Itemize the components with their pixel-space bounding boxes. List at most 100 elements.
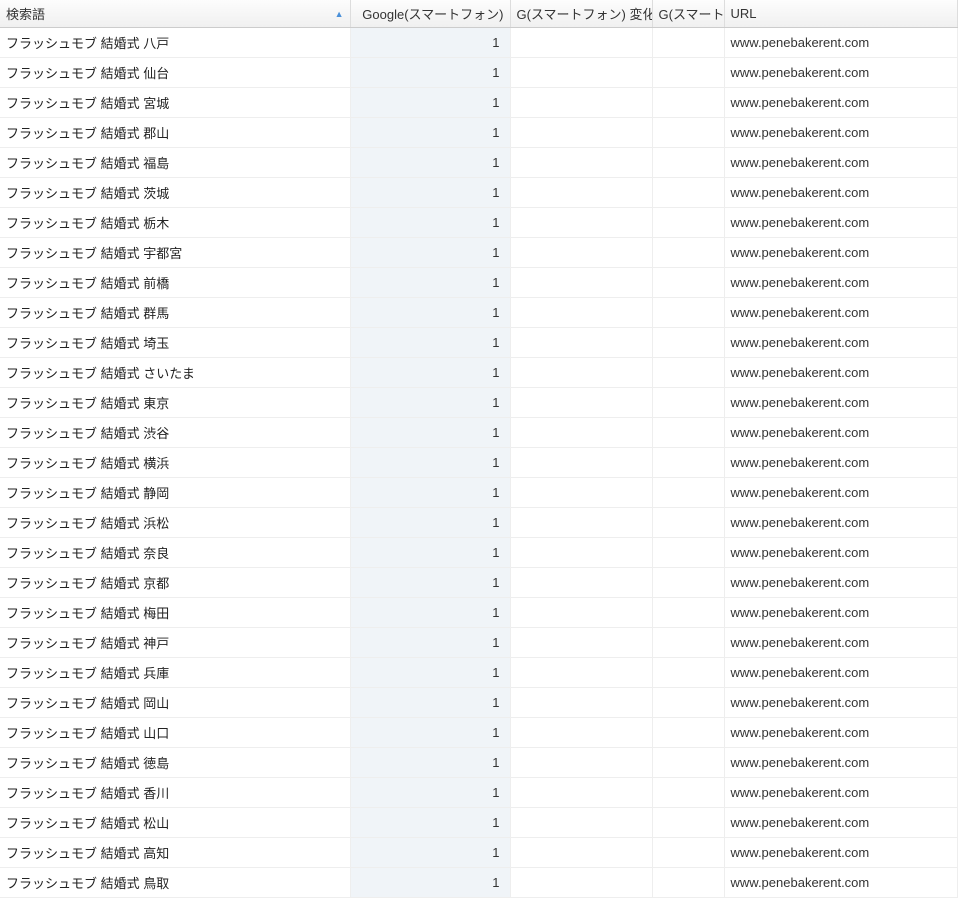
cell-change — [510, 718, 652, 748]
header-change[interactable]: G(スマートフォン) 変化 — [510, 0, 652, 28]
cell-url: www.penebakerent.com — [724, 178, 958, 208]
table-row[interactable]: フラッシュモブ 結婚式 浜松1www.penebakerent.com — [0, 508, 958, 538]
cell-url: www.penebakerent.com — [724, 598, 958, 628]
table-row[interactable]: フラッシュモブ 結婚式 群馬1www.penebakerent.com — [0, 298, 958, 328]
table-row[interactable]: フラッシュモブ 結婚式 横浜1 www.penebakerent.com — [0, 448, 958, 478]
cell-google-rank: 1 — [350, 118, 510, 148]
cell-change — [510, 148, 652, 178]
table-row[interactable]: フラッシュモブ 結婚式 栃木1www.penebakerent.com — [0, 208, 958, 238]
cell-url: www.penebakerent.com — [724, 358, 958, 388]
header-keyword[interactable]: 検索語 ▲ — [0, 0, 350, 28]
cell-keyword: フラッシュモブ 結婚式 横浜 — [0, 448, 350, 478]
cell-change — [510, 208, 652, 238]
cell-keyword: フラッシュモブ 結婚式 神戸 — [0, 628, 350, 658]
table-row[interactable]: フラッシュモブ 結婚式 京都1www.penebakerent.com — [0, 568, 958, 598]
table-row[interactable]: フラッシュモブ 結婚式 仙台1www.penebakerent.com — [0, 58, 958, 88]
cell-keyword: フラッシュモブ 結婚式 八戸 — [0, 28, 350, 58]
cell-truncated — [652, 88, 724, 118]
cell-keyword: フラッシュモブ 結婚式 宮城 — [0, 88, 350, 118]
cell-truncated — [652, 748, 724, 778]
cell-url: www.penebakerent.com — [724, 868, 958, 898]
header-google[interactable]: Google(スマートフォン) — [350, 0, 510, 28]
header-url-label: URL — [731, 6, 757, 21]
table-row[interactable]: フラッシュモブ 結婚式 宮城1www.penebakerent.com — [0, 88, 958, 118]
cell-truncated — [652, 178, 724, 208]
cell-url: www.penebakerent.com — [724, 388, 958, 418]
table-row[interactable]: フラッシュモブ 結婚式 静岡1www.penebakerent.com — [0, 478, 958, 508]
header-truncated[interactable]: G(スマートフ.. — [652, 0, 724, 28]
cell-truncated — [652, 208, 724, 238]
cell-keyword: フラッシュモブ 結婚式 鳥取 — [0, 868, 350, 898]
cell-keyword: フラッシュモブ 結婚式 前橋 — [0, 268, 350, 298]
cell-url: www.penebakerent.com — [724, 418, 958, 448]
cell-keyword: フラッシュモブ 結婚式 栃木 — [0, 208, 350, 238]
table-row[interactable]: フラッシュモブ 結婚式 香川1www.penebakerent.com — [0, 778, 958, 808]
table-row[interactable]: フラッシュモブ 結婚式 奈良1www.penebakerent.com — [0, 538, 958, 568]
table-row[interactable]: フラッシュモブ 結婚式 山口1www.penebakerent.com — [0, 718, 958, 748]
cell-url: www.penebakerent.com — [724, 118, 958, 148]
table-row[interactable]: フラッシュモブ 結婚式 高知1www.penebakerent.com — [0, 838, 958, 868]
table-row[interactable]: フラッシュモブ 結婚式 さいたま1www.penebakerent.com — [0, 358, 958, 388]
cell-keyword: フラッシュモブ 結婚式 香川 — [0, 778, 350, 808]
table-row[interactable]: フラッシュモブ 結婚式 八戸1www.penebakerent.com — [0, 28, 958, 58]
cell-google-rank: 1 — [350, 298, 510, 328]
cell-truncated — [652, 268, 724, 298]
cell-google-rank: 1 — [350, 268, 510, 298]
cell-truncated — [652, 508, 724, 538]
table-row[interactable]: フラッシュモブ 結婚式 渋谷1www.penebakerent.com — [0, 418, 958, 448]
cell-change — [510, 628, 652, 658]
cell-keyword: フラッシュモブ 結婚式 徳島 — [0, 748, 350, 778]
cell-keyword: フラッシュモブ 結婚式 浜松 — [0, 508, 350, 538]
cell-change — [510, 358, 652, 388]
cell-google-rank: 1 — [350, 358, 510, 388]
cell-google-rank: 1 — [350, 328, 510, 358]
cell-google-rank: 1 — [350, 538, 510, 568]
table-row[interactable]: フラッシュモブ 結婚式 茨城1www.penebakerent.com — [0, 178, 958, 208]
table-row[interactable]: フラッシュモブ 結婚式 岡山1www.penebakerent.com — [0, 688, 958, 718]
cell-google-rank: 1 — [350, 688, 510, 718]
table-row[interactable]: フラッシュモブ 結婚式 松山1www.penebakerent.com — [0, 808, 958, 838]
table-row[interactable]: フラッシュモブ 結婚式 福島1www.penebakerent.com — [0, 148, 958, 178]
table-row[interactable]: フラッシュモブ 結婚式 埼玉1www.penebakerent.com — [0, 328, 958, 358]
cell-keyword: フラッシュモブ 結婚式 渋谷 — [0, 418, 350, 448]
table-row[interactable]: フラッシュモブ 結婚式 神戸1www.penebakerent.com — [0, 628, 958, 658]
cell-keyword: フラッシュモブ 結婚式 群馬 — [0, 298, 350, 328]
cell-keyword: フラッシュモブ 結婚式 兵庫 — [0, 658, 350, 688]
cell-truncated — [652, 58, 724, 88]
cell-change — [510, 538, 652, 568]
table-row[interactable]: フラッシュモブ 結婚式 宇都宮1www.penebakerent.com — [0, 238, 958, 268]
cell-truncated — [652, 28, 724, 58]
cell-keyword: フラッシュモブ 結婚式 岡山 — [0, 688, 350, 718]
header-keyword-label: 検索語 — [6, 7, 45, 22]
cell-google-rank: 1 — [350, 238, 510, 268]
table-row[interactable]: フラッシュモブ 結婚式 徳島1www.penebakerent.com — [0, 748, 958, 778]
cell-url: www.penebakerent.com — [724, 58, 958, 88]
table-row[interactable]: フラッシュモブ 結婚式 梅田1www.penebakerent.com — [0, 598, 958, 628]
cell-change — [510, 118, 652, 148]
cell-truncated — [652, 838, 724, 868]
cell-change — [510, 748, 652, 778]
table-row[interactable]: フラッシュモブ 結婚式 前橋1www.penebakerent.com — [0, 268, 958, 298]
cell-change — [510, 28, 652, 58]
cell-change — [510, 868, 652, 898]
cell-change — [510, 508, 652, 538]
table-row[interactable]: フラッシュモブ 結婚式 鳥取1www.penebakerent.com — [0, 868, 958, 898]
cell-keyword: フラッシュモブ 結婚式 山口 — [0, 718, 350, 748]
header-truncated-label: G(スマートフ.. — [659, 7, 725, 22]
cell-change — [510, 58, 652, 88]
cell-url: www.penebakerent.com — [724, 628, 958, 658]
cell-truncated — [652, 718, 724, 748]
cell-google-rank: 1 — [350, 448, 510, 478]
table-row[interactable]: フラッシュモブ 結婚式 東京1www.penebakerent.com — [0, 388, 958, 418]
header-url[interactable]: URL — [724, 0, 958, 28]
cell-url: www.penebakerent.com — [724, 448, 958, 478]
cell-url: www.penebakerent.com — [724, 88, 958, 118]
table-row[interactable]: フラッシュモブ 結婚式 郡山1www.penebakerent.com — [0, 118, 958, 148]
cell-truncated — [652, 448, 724, 478]
table-row[interactable]: フラッシュモブ 結婚式 兵庫1www.penebakerent.com — [0, 658, 958, 688]
cell-change — [510, 418, 652, 448]
cell-url: www.penebakerent.com — [724, 478, 958, 508]
table-body: フラッシュモブ 結婚式 八戸1www.penebakerent.comフラッシュ… — [0, 28, 958, 898]
cell-keyword: フラッシュモブ 結婚式 松山 — [0, 808, 350, 838]
cell-google-rank: 1 — [350, 148, 510, 178]
